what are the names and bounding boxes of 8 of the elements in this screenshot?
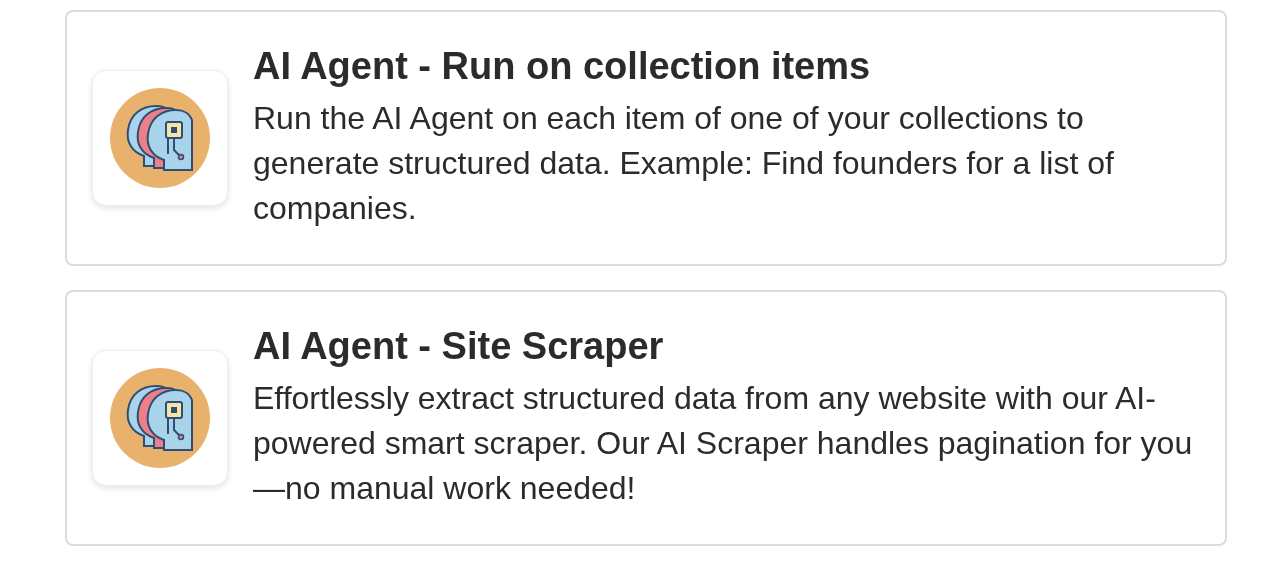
ai-head-icon: [110, 88, 210, 188]
card-description: Run the AI Agent on each item of one of your collections to generate structured data. Example: Find founders for a list of companies.: [253, 99, 1115, 228]
card-title: AI Agent - Site Scraper: [253, 324, 665, 369]
agent-card[interactable]: AI Agent - Run on collection items Run the AI Agent on each item of one of your collections to generate structured data. Example: Find founders for a list of companies.: [65, 10, 1227, 266]
agent-card[interactable]: AI Agent - Site Scraper Effortlessly extract structured data from any website with our AI-powered smart scraper. Our AI Scraper handles pagination for you—no manual work needed!: [65, 290, 1227, 546]
card-title: AI Agent - Run on collection items: [253, 44, 872, 89]
card-description: Effortlessly extract structured data from any website with our AI-powered smart scraper. Our AI Scraper handles pagination for you—no manual work needed!: [253, 379, 1194, 508]
ai-head-icon: [110, 368, 210, 468]
